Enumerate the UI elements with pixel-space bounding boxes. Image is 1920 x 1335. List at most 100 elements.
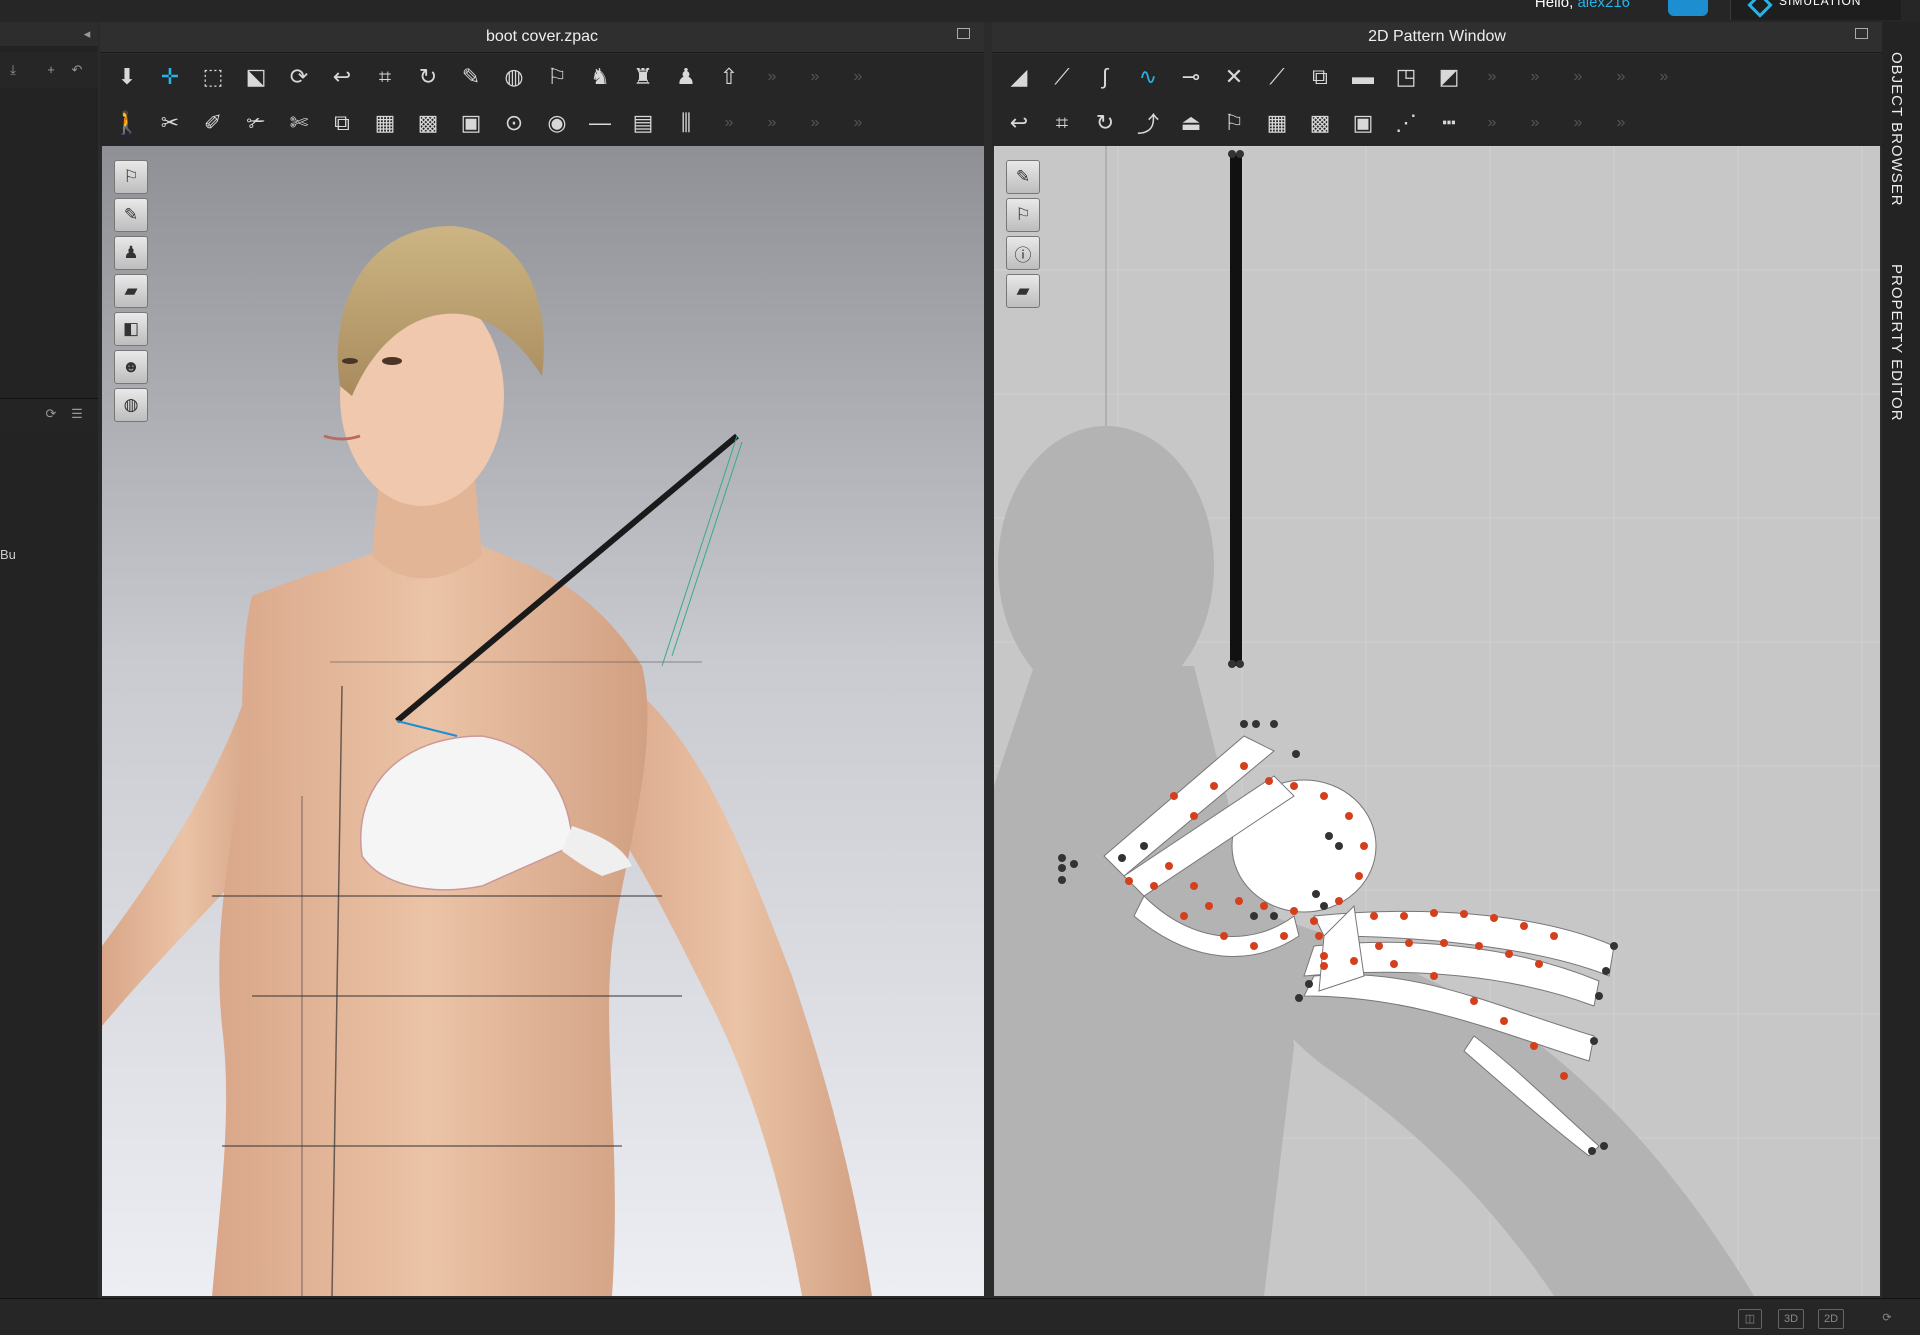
refresh-icon[interactable]: ⟳ bbox=[44, 407, 58, 421]
more-row2-icon-3[interactable]: » bbox=[798, 106, 832, 140]
more-2d-row2-icon-4[interactable]: » bbox=[1604, 106, 1638, 140]
shirt-edit-icon[interactable]: ⚐ bbox=[540, 60, 574, 94]
polygon-icon[interactable]: ◳ bbox=[1389, 60, 1423, 94]
add-icon[interactable]: + bbox=[44, 63, 58, 77]
view-2d-button[interactable]: 2D bbox=[1818, 1309, 1844, 1329]
show-pins-icon[interactable]: ✎ bbox=[114, 198, 148, 232]
show-pattern-tool-icon[interactable]: ✎ bbox=[1006, 160, 1040, 194]
layer-2d-icon[interactable]: ⧉ bbox=[1303, 60, 1337, 94]
offset-icon[interactable]: ⟋ bbox=[1260, 60, 1294, 94]
dashed-segment-icon[interactable]: ┅ bbox=[1432, 106, 1466, 140]
brand-button[interactable] bbox=[1668, 0, 1708, 16]
toolbar-2d-row-1: ◢ ⟋ ∫ ∿ ⊸ ✕ ⟋ ⧉ ▬ ◳ ◩ » » » » » bbox=[992, 54, 1882, 100]
rotate-2d-icon[interactable]: ↻ bbox=[1088, 106, 1122, 140]
more-icon[interactable]: » bbox=[755, 60, 789, 94]
simulate-icon[interactable]: ⬇ bbox=[110, 60, 144, 94]
show-garment-2d-icon[interactable]: ⚐ bbox=[1006, 198, 1040, 232]
line-icon[interactable]: — bbox=[583, 106, 617, 140]
transform-icon[interactable]: ⬕ bbox=[239, 60, 273, 94]
undo-icon[interactable]: ↶ bbox=[70, 63, 84, 77]
shirt-2d-icon[interactable]: ⚐ bbox=[1217, 106, 1251, 140]
trace-icon[interactable]: ⤴ bbox=[1131, 106, 1165, 140]
edit-curvature-icon[interactable]: ∿ bbox=[1131, 60, 1165, 94]
download-icon[interactable]: ⤓ bbox=[6, 63, 20, 77]
arrange-icon[interactable]: ↻ bbox=[411, 60, 445, 94]
texture-2d-icon[interactable]: ▦ bbox=[1260, 106, 1294, 140]
more-icon-2[interactable]: » bbox=[798, 60, 832, 94]
internal-shape-icon[interactable]: ◩ bbox=[1432, 60, 1466, 94]
more-2d-row2-icon-2[interactable]: » bbox=[1518, 106, 1552, 140]
shirt-icon[interactable]: ♞ bbox=[583, 60, 617, 94]
edit-segment-icon[interactable]: ⟋ bbox=[1045, 60, 1079, 94]
info-icon[interactable]: ⓘ bbox=[1006, 236, 1040, 270]
username-link[interactable]: alex216 bbox=[1577, 0, 1630, 11]
layer-icon[interactable]: ⧉ bbox=[325, 106, 359, 140]
dashed-line-icon[interactable]: ⋰ bbox=[1389, 106, 1423, 140]
shaded-view-icon[interactable]: ◧ bbox=[114, 312, 148, 346]
more-2d-icon-5[interactable]: » bbox=[1647, 60, 1681, 94]
left-panel-item-text[interactable]: Bu bbox=[0, 547, 16, 562]
edit-pattern-icon[interactable]: ✂ bbox=[153, 106, 187, 140]
more-2d-icon-4[interactable]: » bbox=[1604, 60, 1638, 94]
zipper-icon[interactable]: ⫼ bbox=[669, 106, 703, 140]
fold-icon[interactable]: ⟳ bbox=[282, 60, 316, 94]
edit-point-icon[interactable]: ◢ bbox=[1002, 60, 1036, 94]
button-round-icon[interactable]: ◉ bbox=[540, 106, 574, 140]
more-row2-icon[interactable]: » bbox=[712, 106, 746, 140]
tab-property-editor[interactable]: PROPERTY EDITOR bbox=[1888, 264, 1905, 422]
texture-view-icon[interactable]: ▰ bbox=[114, 274, 148, 308]
iron-icon[interactable]: ⏏ bbox=[1174, 106, 1208, 140]
vest-icon[interactable]: ♜ bbox=[626, 60, 660, 94]
show-garment-icon[interactable]: ⚐ bbox=[114, 160, 148, 194]
show-avatar-icon[interactable]: ♟ bbox=[114, 236, 148, 270]
list-icon[interactable]: ☰ bbox=[70, 407, 84, 421]
fold-arrangement-icon[interactable]: ↩ bbox=[325, 60, 359, 94]
more-2d-icon-2[interactable]: » bbox=[1518, 60, 1552, 94]
checker-2d-icon[interactable]: ▣ bbox=[1346, 106, 1380, 140]
brush-icon[interactable]: ✐ bbox=[196, 106, 230, 140]
more-icon-3[interactable]: » bbox=[841, 60, 875, 94]
shirt-check-icon[interactable]: ▣ bbox=[454, 106, 488, 140]
more-row2-icon-4[interactable]: » bbox=[841, 106, 875, 140]
arrange-2d-icon[interactable]: ↩ bbox=[1002, 106, 1036, 140]
mesh-2d-icon[interactable]: ⌗ bbox=[1045, 106, 1079, 140]
globe-view-icon[interactable]: ◍ bbox=[114, 388, 148, 422]
texture-icon[interactable]: ▦ bbox=[368, 106, 402, 140]
popout-2d-icon[interactable] bbox=[1855, 28, 1868, 39]
avatar-pose-icon[interactable]: 🚶 bbox=[110, 106, 144, 140]
viewport-2d[interactable]: ✎ ⚐ ⓘ ▰ bbox=[994, 146, 1880, 1296]
pin-icon[interactable]: ✎ bbox=[454, 60, 488, 94]
split-icon[interactable]: ✕ bbox=[1217, 60, 1251, 94]
collapse-arrow-icon[interactable]: ◂ bbox=[80, 27, 94, 41]
more-2d-row2-icon-3[interactable]: » bbox=[1561, 106, 1595, 140]
lock-icon[interactable]: ▤ bbox=[626, 106, 660, 140]
grid-2d-icon[interactable]: ▩ bbox=[1303, 106, 1337, 140]
popout-3d-icon[interactable] bbox=[957, 28, 970, 39]
button-icon[interactable]: ⊙ bbox=[497, 106, 531, 140]
more-row2-icon-2[interactable]: » bbox=[755, 106, 789, 140]
cut-icon[interactable]: ✄ bbox=[282, 106, 316, 140]
tab-object-browser[interactable]: OBJECT BROWSER bbox=[1888, 52, 1905, 207]
select-move-icon[interactable]: ✛ bbox=[153, 60, 187, 94]
pattern-grid-icon[interactable]: ▩ bbox=[411, 106, 445, 140]
rectangle-icon[interactable]: ▬ bbox=[1346, 60, 1380, 94]
add-point-icon[interactable]: ⊸ bbox=[1174, 60, 1208, 94]
avatar-icon[interactable]: ♟ bbox=[669, 60, 703, 94]
simulation-mode-button[interactable]: SIMULATION bbox=[1730, 0, 1901, 20]
viewport-3d[interactable]: ⚐ ✎ ♟ ▰ ◧ ☻ ◍ bbox=[102, 146, 984, 1296]
curve-point-icon[interactable]: ∫ bbox=[1088, 60, 1122, 94]
garment-up-icon[interactable]: ⇧ bbox=[712, 60, 746, 94]
box-select-icon[interactable]: ⬚ bbox=[196, 60, 230, 94]
sew-icon[interactable]: ✃ bbox=[239, 106, 273, 140]
more-2d-icon-3[interactable]: » bbox=[1561, 60, 1595, 94]
tack-icon[interactable]: ◍ bbox=[497, 60, 531, 94]
refresh-view-icon[interactable]: ⟳ bbox=[1878, 1309, 1896, 1327]
view-3d-button[interactable]: 3D bbox=[1778, 1309, 1804, 1329]
more-2d-icon[interactable]: » bbox=[1475, 60, 1509, 94]
avatar-view-icon[interactable]: ☻ bbox=[114, 350, 148, 384]
more-2d-row2-icon[interactable]: » bbox=[1475, 106, 1509, 140]
texture-2d-view-icon[interactable]: ▰ bbox=[1006, 274, 1040, 308]
select-mesh-icon[interactable]: ⌗ bbox=[368, 60, 402, 94]
window-2d-header: 2D Pattern Window bbox=[992, 22, 1882, 53]
split-view-icon[interactable]: ◫ bbox=[1738, 1309, 1762, 1329]
